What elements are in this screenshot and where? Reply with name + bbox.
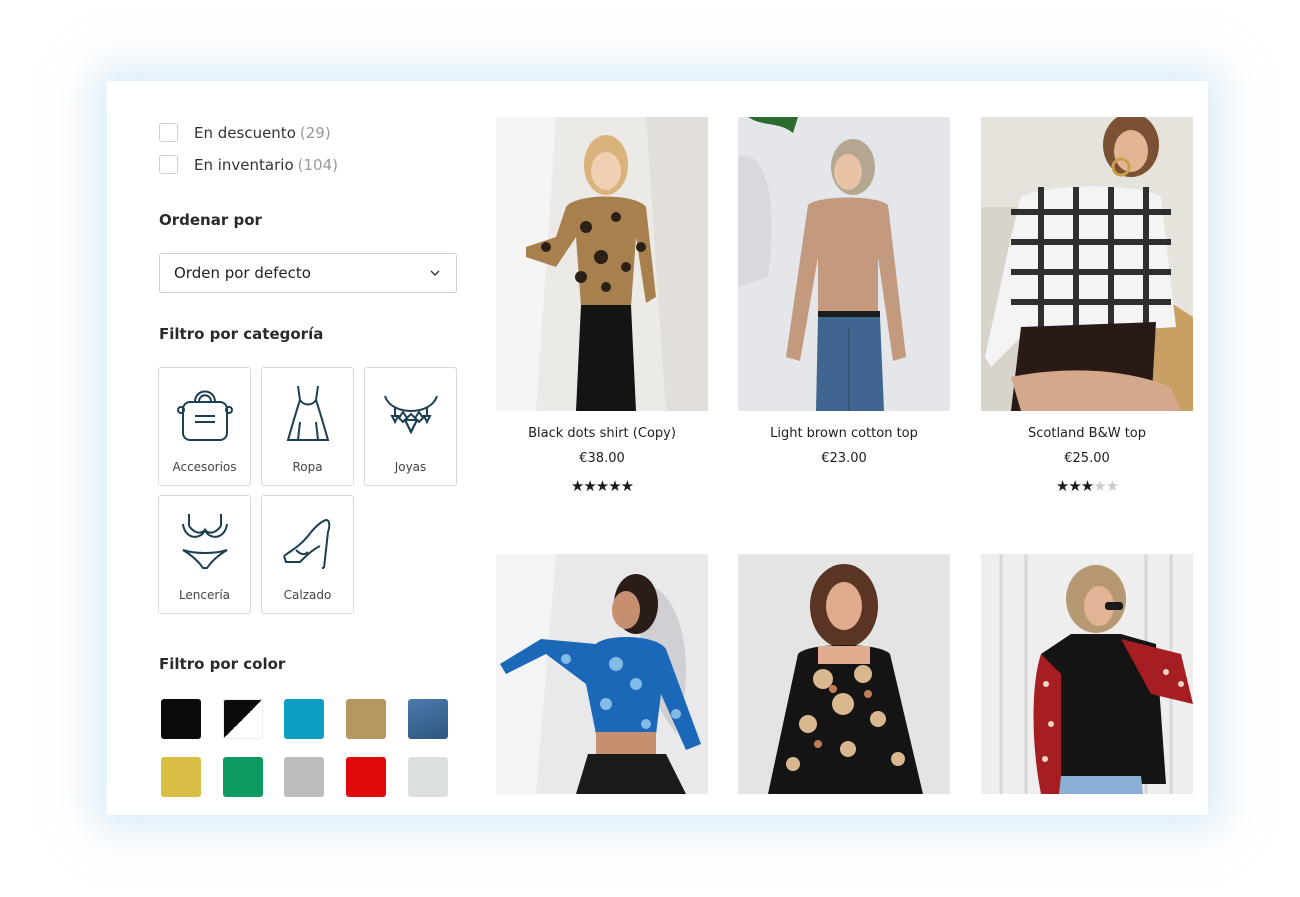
sort-select[interactable]: Orden por defecto (159, 253, 457, 293)
product-price: €23.00 (821, 451, 867, 466)
star-icon: ★ (1105, 477, 1119, 495)
color-swatch-beige[interactable] (346, 699, 386, 739)
chevron-down-icon (430, 270, 440, 276)
filter-label: En inventario (194, 155, 294, 174)
product-image[interactable] (738, 554, 950, 794)
category-title: Filtro por categoría (159, 325, 324, 343)
star-icon: ★ (1093, 477, 1106, 495)
filter-label: En descuento (194, 123, 296, 142)
filter-on-sale[interactable]: En descuento (29) (159, 123, 331, 142)
product-image[interactable] (981, 554, 1193, 794)
product-card[interactable] (981, 554, 1193, 794)
color-swatch-red[interactable] (346, 757, 386, 797)
filter-sidebar: En descuento (29) En inventario (104) Or… (107, 81, 477, 797)
star-icon: ★ (608, 477, 621, 495)
color-swatch-grey[interactable] (284, 757, 324, 797)
sort-title: Ordenar por (159, 211, 262, 229)
sort-selected-value: Orden por defecto (174, 264, 311, 282)
filter-in-stock[interactable]: En inventario (104) (159, 155, 338, 174)
product-image[interactable] (981, 117, 1193, 411)
star-icon: ★ (1080, 477, 1094, 495)
color-swatch-denim[interactable] (408, 699, 448, 739)
star-icon: ★ (1055, 477, 1069, 495)
high-heel-icon (283, 518, 331, 569)
category-calzado[interactable]: Calzado (261, 495, 354, 614)
category-label: Calzado (283, 588, 332, 602)
product-image[interactable] (738, 117, 950, 411)
category-label: Joyas (394, 460, 427, 474)
color-swatch-black-white[interactable] (223, 699, 263, 739)
category-lenceria[interactable]: Lencería (158, 495, 251, 614)
star-icon: ★ (570, 477, 584, 495)
checkbox[interactable] (159, 123, 178, 142)
category-label: Accesorios (172, 460, 237, 474)
product-card[interactable]: Scotland B&W top €25.00 ★★★★★ (981, 117, 1193, 497)
product-card[interactable]: Light brown cotton top €23.00 (738, 117, 950, 497)
category-label: Ropa (292, 460, 323, 474)
necklace-icon (384, 395, 438, 435)
star-icon: ★ (595, 477, 609, 495)
product-price: €38.00 (579, 451, 625, 466)
color-swatch-green[interactable] (223, 757, 263, 797)
product-name[interactable]: Black dots shirt (Copy) (476, 426, 728, 441)
lingerie-icon (182, 514, 228, 569)
shop-card: En descuento (29) En inventario (104) Or… (107, 81, 1208, 815)
star-icon: ★ (1068, 477, 1081, 495)
rating-stars: ★★★★★ (981, 477, 1193, 495)
product-image[interactable] (496, 117, 708, 411)
product-image[interactable] (496, 554, 708, 794)
rating-stars: ★★★★★ (496, 477, 708, 495)
color-swatch-yellow[interactable] (161, 757, 201, 797)
product-name[interactable]: Scotland B&W top (961, 426, 1208, 441)
color-swatch-black[interactable] (161, 699, 201, 739)
product-card[interactable]: Black dots shirt (Copy) €38.00 ★★★★★ (496, 117, 708, 497)
checkbox[interactable] (159, 155, 178, 174)
color-swatch-blue[interactable] (284, 699, 324, 739)
filter-count: (104) (297, 155, 338, 174)
filter-count: (29) (299, 123, 331, 142)
star-icon: ★ (583, 477, 596, 495)
color-swatch-light-grey[interactable] (408, 757, 448, 797)
handbag-icon (177, 390, 233, 441)
category-joyas[interactable]: Joyas (364, 367, 457, 486)
category-label: Lencería (178, 588, 231, 602)
product-name[interactable]: Light brown cotton top (718, 426, 970, 441)
product-card[interactable] (738, 554, 950, 794)
dress-icon (286, 385, 330, 441)
product-price: €25.00 (1064, 451, 1110, 466)
product-card[interactable] (496, 554, 708, 794)
category-accesorios[interactable]: Accesorios (158, 367, 251, 486)
category-ropa[interactable]: Ropa (261, 367, 354, 486)
color-title: Filtro por color (159, 655, 286, 673)
star-icon: ★ (620, 477, 634, 495)
